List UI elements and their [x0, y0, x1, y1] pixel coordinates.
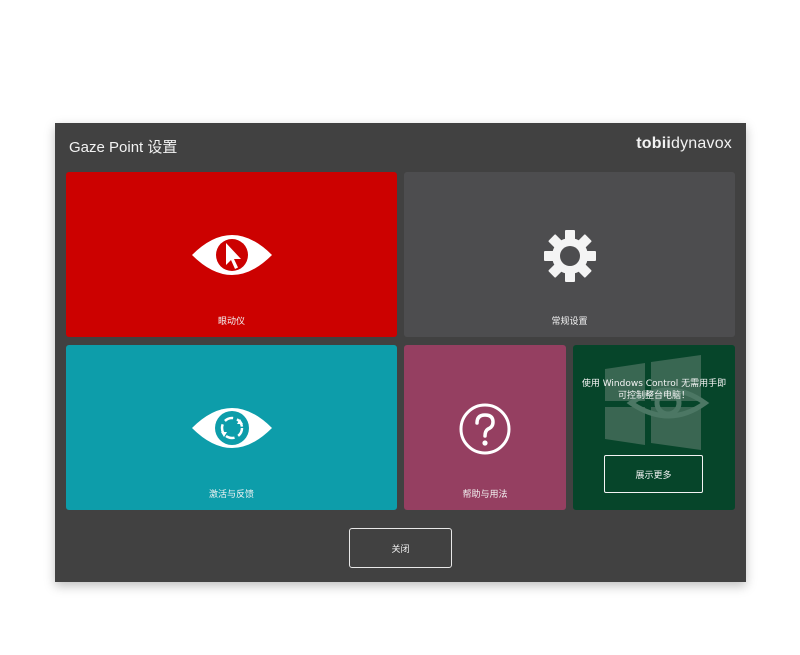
tile-general-settings-label: 常规设置 — [551, 317, 588, 327]
brand-logo-bold: tobii — [636, 135, 671, 152]
tile-help-usage[interactable]: 帮助与用法 — [404, 345, 566, 510]
close-button[interactable]: 关闭 — [349, 528, 452, 568]
question-icon — [459, 403, 511, 459]
tile-eye-tracker-label: 眼动仪 — [217, 317, 245, 327]
tile-activation-feedback[interactable]: 激活与反馈 — [66, 345, 397, 510]
tile-windows-control: 使用 Windows Control 无需用手即可控制整台电脑！ 展示更多 — [573, 345, 735, 510]
eye-cursor-icon — [190, 229, 274, 285]
brand-logo: tobiidynavox — [636, 135, 732, 153]
tile-general-settings[interactable]: 常规设置 — [404, 172, 735, 337]
eye-refresh-icon — [190, 402, 274, 458]
show-more-button[interactable]: 展示更多 — [604, 455, 703, 493]
tile-activation-feedback-label: 激活与反馈 — [208, 490, 254, 500]
window-title: Gaze Point 设置 — [69, 139, 178, 156]
gear-icon — [543, 229, 597, 287]
tile-help-usage-label: 帮助与用法 — [462, 490, 508, 500]
windows-eye-logo-icon — [601, 355, 711, 454]
brand-logo-light: dynavox — [671, 135, 732, 152]
windows-control-promo-text: 使用 Windows Control 无需用手即可控制整台电脑！ — [581, 379, 727, 401]
tile-eye-tracker[interactable]: 眼动仪 — [66, 172, 397, 337]
settings-window: Gaze Point 设置 tobiidynavox 眼动仪 常规设置 激活与反… — [55, 123, 746, 582]
